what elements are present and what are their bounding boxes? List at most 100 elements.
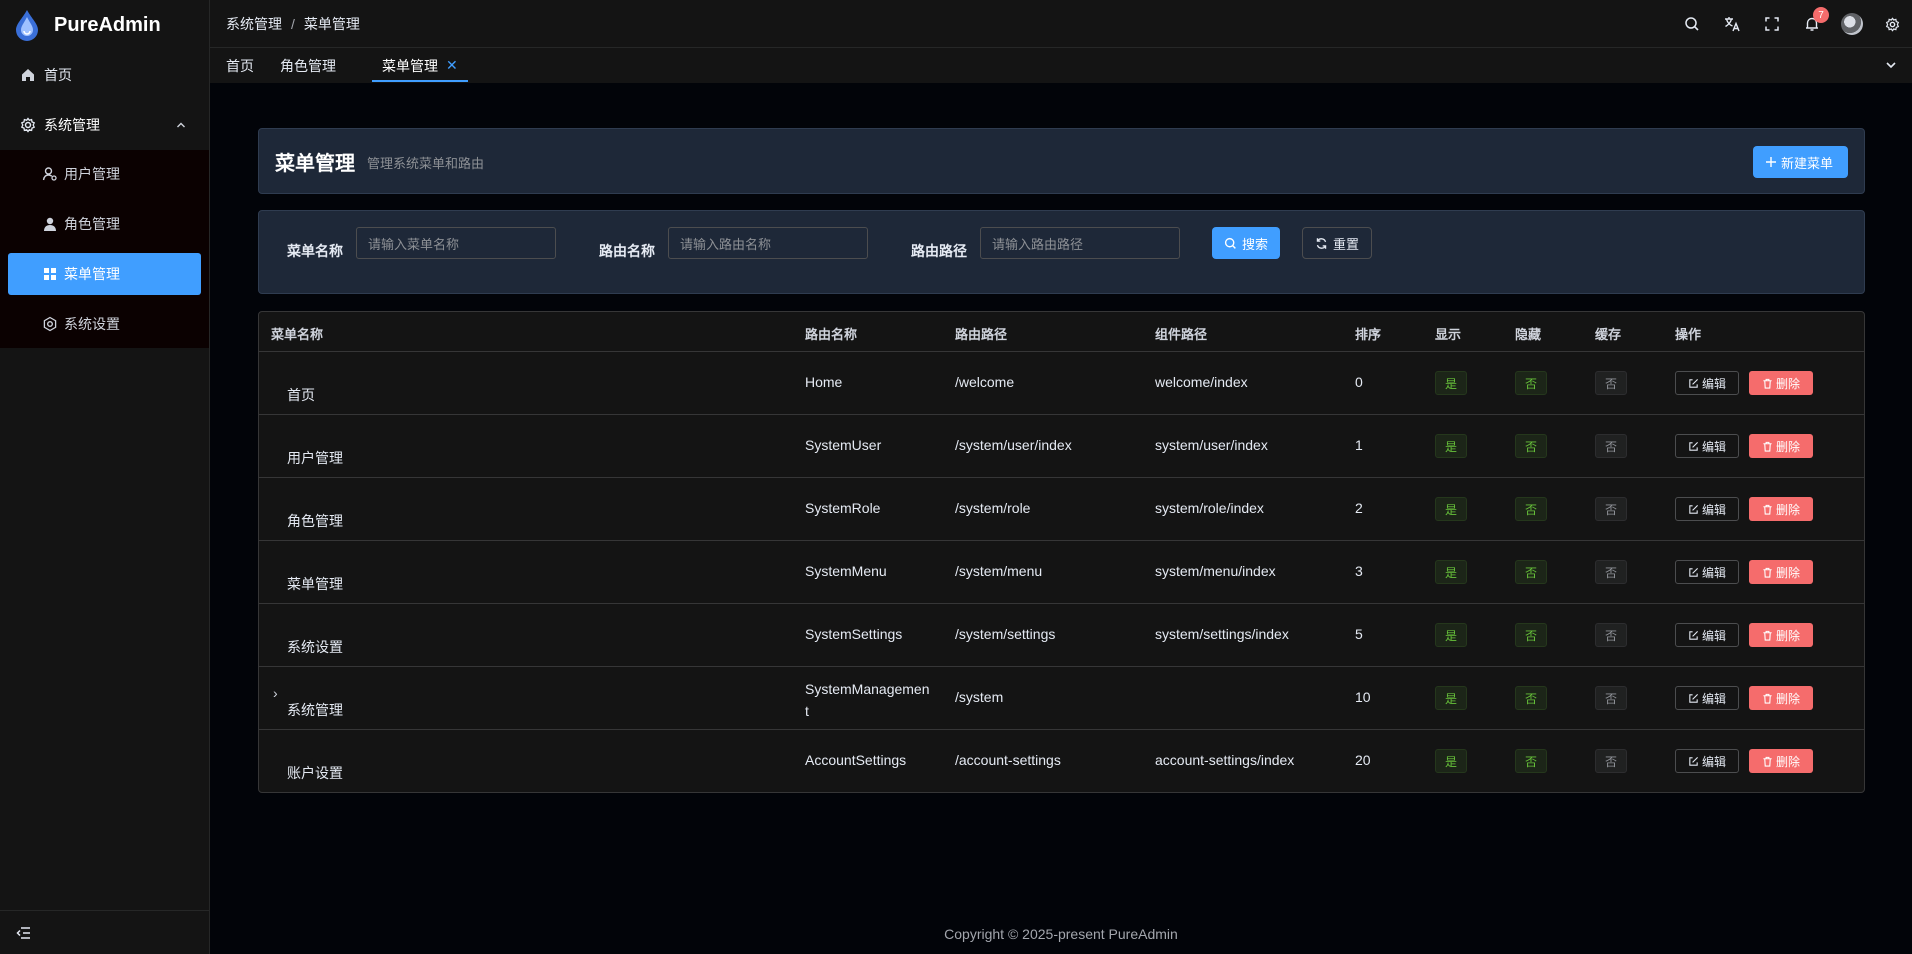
user-avatar-button[interactable] [1832, 0, 1872, 48]
edit-button[interactable]: 编辑 [1675, 497, 1739, 521]
show-tag: 是 [1435, 434, 1467, 458]
placeholder: 请输入路由名称 [680, 236, 772, 252]
expand-chevron-icon[interactable]: › [273, 685, 278, 701]
tab-label: 首页 [226, 57, 254, 74]
breadcrumb-item-system[interactable]: 系统管理 [226, 14, 282, 34]
edit-label: 编辑 [1701, 376, 1726, 391]
hidden-tag: 否 [1515, 623, 1547, 647]
menu-name-cell: 账户设置 [287, 765, 343, 781]
breadcrumb-item-current: 菜单管理 [303, 15, 360, 32]
breadcrumb-separator: / [291, 15, 295, 32]
trash-icon [1763, 567, 1772, 578]
order-cell: 0 [1355, 374, 1363, 390]
fullscreen-button[interactable] [1752, 0, 1792, 48]
edit-icon [1689, 441, 1698, 451]
order-cell: 5 [1355, 626, 1363, 642]
column-header: 路由名称 [805, 327, 858, 342]
route-path-cell: /system/settings [955, 626, 1056, 642]
logo[interactable]: PureAdmin [0, 0, 209, 50]
delete-label: 删除 [1775, 439, 1800, 454]
edit-button[interactable]: 编辑 [1675, 686, 1739, 710]
table-row[interactable]: 菜单管理 SystemMenu/system/menu system/menu/in… [259, 541, 1864, 604]
edit-button[interactable]: 编辑 [1675, 371, 1739, 395]
trash-icon [1763, 504, 1772, 515]
delete-button[interactable]: 删除 [1749, 623, 1813, 647]
close-icon[interactable]: ✕ [446, 57, 458, 74]
sidebar-item-label: 角色管理 [64, 216, 120, 232]
delete-label: 删除 [1775, 628, 1800, 643]
show-tag: 是 [1435, 749, 1467, 773]
search-label: 搜索 [1242, 236, 1269, 252]
sidebar-item-label: 菜单管理 [64, 266, 120, 282]
route-name-cell: SystemMenu [805, 563, 887, 579]
edit-button[interactable]: 编辑 [1675, 749, 1739, 773]
edit-button[interactable]: 编辑 [1675, 560, 1739, 584]
placeholder: 请输入路由路径 [992, 236, 1084, 252]
edit-icon [1689, 378, 1698, 388]
refresh-icon [1316, 237, 1327, 249]
order-cell: 20 [1355, 752, 1371, 768]
delete-button[interactable]: 删除 [1749, 371, 1813, 395]
menu-table: 菜单名称 路由名称 路由路径 组件路径 排序 显示 隐藏 缓存 操作 首页 Hom… [258, 311, 1865, 793]
route-path-cell: /system/menu [955, 563, 1043, 579]
chevron-down-icon[interactable] [1884, 58, 1898, 72]
sidebar-group-label: 系统管理 [44, 117, 100, 133]
route-name-input[interactable]: 请输入路由名称 [668, 227, 868, 259]
settings-button[interactable] [1872, 0, 1912, 48]
table-row[interactable]: 用户管理 SystemUser/system/user/index system/u… [259, 415, 1864, 478]
avatar [1841, 13, 1863, 35]
trash-icon [1763, 693, 1772, 704]
delete-button[interactable]: 删除 [1749, 749, 1813, 773]
tab-roles[interactable]: 角色管理 [270, 48, 346, 83]
sidebar-item-settings[interactable]: 系统设置 [8, 303, 201, 345]
menu-name-cell: 菜单管理 [287, 576, 343, 592]
app-name: PureAdmin [54, 13, 161, 36]
route-path-input[interactable]: 请输入路由路径 [980, 227, 1180, 259]
table-body: 首页 Home/welcome welcome/index 0 是否否编辑 删除 用户管理 S… [259, 352, 1864, 792]
table-row[interactable]: 系统设置 SystemSettings/system/settings system… [259, 604, 1864, 667]
sidebar-item-users[interactable]: 用户管理 [8, 153, 201, 195]
column-header: 路由路径 [955, 327, 1008, 342]
menu-name-input[interactable]: 请输入菜单名称 [356, 227, 556, 259]
edit-icon [1689, 630, 1698, 640]
edit-button[interactable]: 编辑 [1675, 623, 1739, 647]
trash-icon [1763, 630, 1772, 641]
hidden-tag: 否 [1515, 686, 1547, 710]
plus-icon [1765, 157, 1776, 167]
notification-badge: 7 [1813, 7, 1829, 23]
sidebar-item-roles[interactable]: 角色管理 [8, 203, 201, 245]
table-row[interactable]: 角色管理 SystemRole/system/role system/role/in… [259, 478, 1864, 541]
sidebar-group-system[interactable]: 系统管理 [0, 100, 209, 150]
search-button[interactable] [1672, 0, 1712, 48]
table-row[interactable]: 首页 Home/welcome welcome/index 0 是 否 否 编辑 删除 [259, 352, 1864, 415]
delete-button[interactable]: 删除 [1749, 686, 1813, 710]
sidebar-item-home[interactable]: 首页 [0, 50, 209, 100]
cache-tag: 否 [1595, 434, 1627, 458]
search-button[interactable]: 搜索 [1212, 227, 1281, 259]
tab-home[interactable]: 首页 [226, 48, 264, 83]
delete-label: 删除 [1775, 502, 1800, 517]
hidden-tag: 否 [1515, 749, 1547, 773]
tab-menus[interactable]: 菜单管理 ✕ [372, 48, 468, 83]
sidebar-item-label: 用户管理 [64, 166, 120, 182]
route-name-cell: SystemManagement [805, 681, 930, 719]
delete-button[interactable]: 删除 [1749, 560, 1813, 584]
toolbar-icons: 7 [1672, 0, 1912, 48]
sidebar-item-label: 首页 [44, 67, 72, 83]
edit-label: 编辑 [1701, 502, 1726, 517]
new-menu-button[interactable]: 新建菜单 [1752, 146, 1848, 178]
notification-button[interactable]: 7 [1792, 0, 1832, 48]
sidebar-collapse-button[interactable] [0, 910, 209, 954]
trash-icon [1763, 378, 1772, 389]
edit-label: 编辑 [1701, 628, 1726, 643]
hidden-tag: 否 [1515, 434, 1547, 458]
table-row[interactable]: 账户设置 AccountSettings/account-settings acco… [259, 730, 1864, 792]
table-row[interactable]: › 系统管理 SystemManagement/system 10 是 否 否 编辑 删除 [259, 667, 1864, 730]
language-button[interactable] [1712, 0, 1752, 48]
reset-button[interactable]: 重置 [1302, 227, 1373, 259]
sidebar-item-menus[interactable]: 菜单管理 [8, 253, 201, 295]
delete-button[interactable]: 删除 [1749, 497, 1813, 521]
edit-button[interactable]: 编辑 [1675, 434, 1739, 458]
delete-button[interactable]: 删除 [1749, 434, 1813, 458]
component-path-cell: account-settings/index [1155, 752, 1295, 768]
